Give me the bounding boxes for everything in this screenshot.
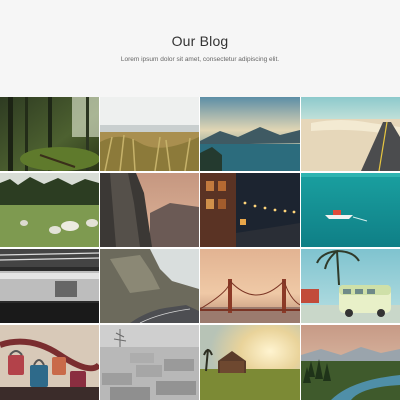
page-title: Our Blog [171,33,229,49]
cliff-valley-photo[interactable] [100,173,199,247]
forest-photo[interactable] [0,97,99,171]
memorial-blocks-photo[interactable] [100,325,199,400]
photo-grid [0,97,400,400]
love-locks-photo[interactable] [0,325,99,400]
lake-mountains-photo[interactable] [200,97,300,171]
cabin-sunset-photo[interactable] [200,325,300,400]
desert-road-photo[interactable] [301,97,400,171]
river-valley-photo[interactable] [301,325,400,400]
blog-header: Our Blog Lorem ipsum dolor sit amet, con… [0,0,400,97]
mountain-road-photo[interactable] [100,249,199,323]
golden-gate-photo[interactable] [200,249,300,323]
subway-station-photo[interactable] [0,249,99,323]
night-street-photo[interactable] [200,173,300,247]
page-subtitle: Lorem ipsum dolor sit amet, consectetur … [120,56,280,63]
boat-sea-photo[interactable] [301,173,400,247]
sheep-meadow-photo[interactable] [0,173,99,247]
van-palms-photo[interactable] [301,249,400,323]
beach-grass-photo[interactable] [100,97,199,171]
